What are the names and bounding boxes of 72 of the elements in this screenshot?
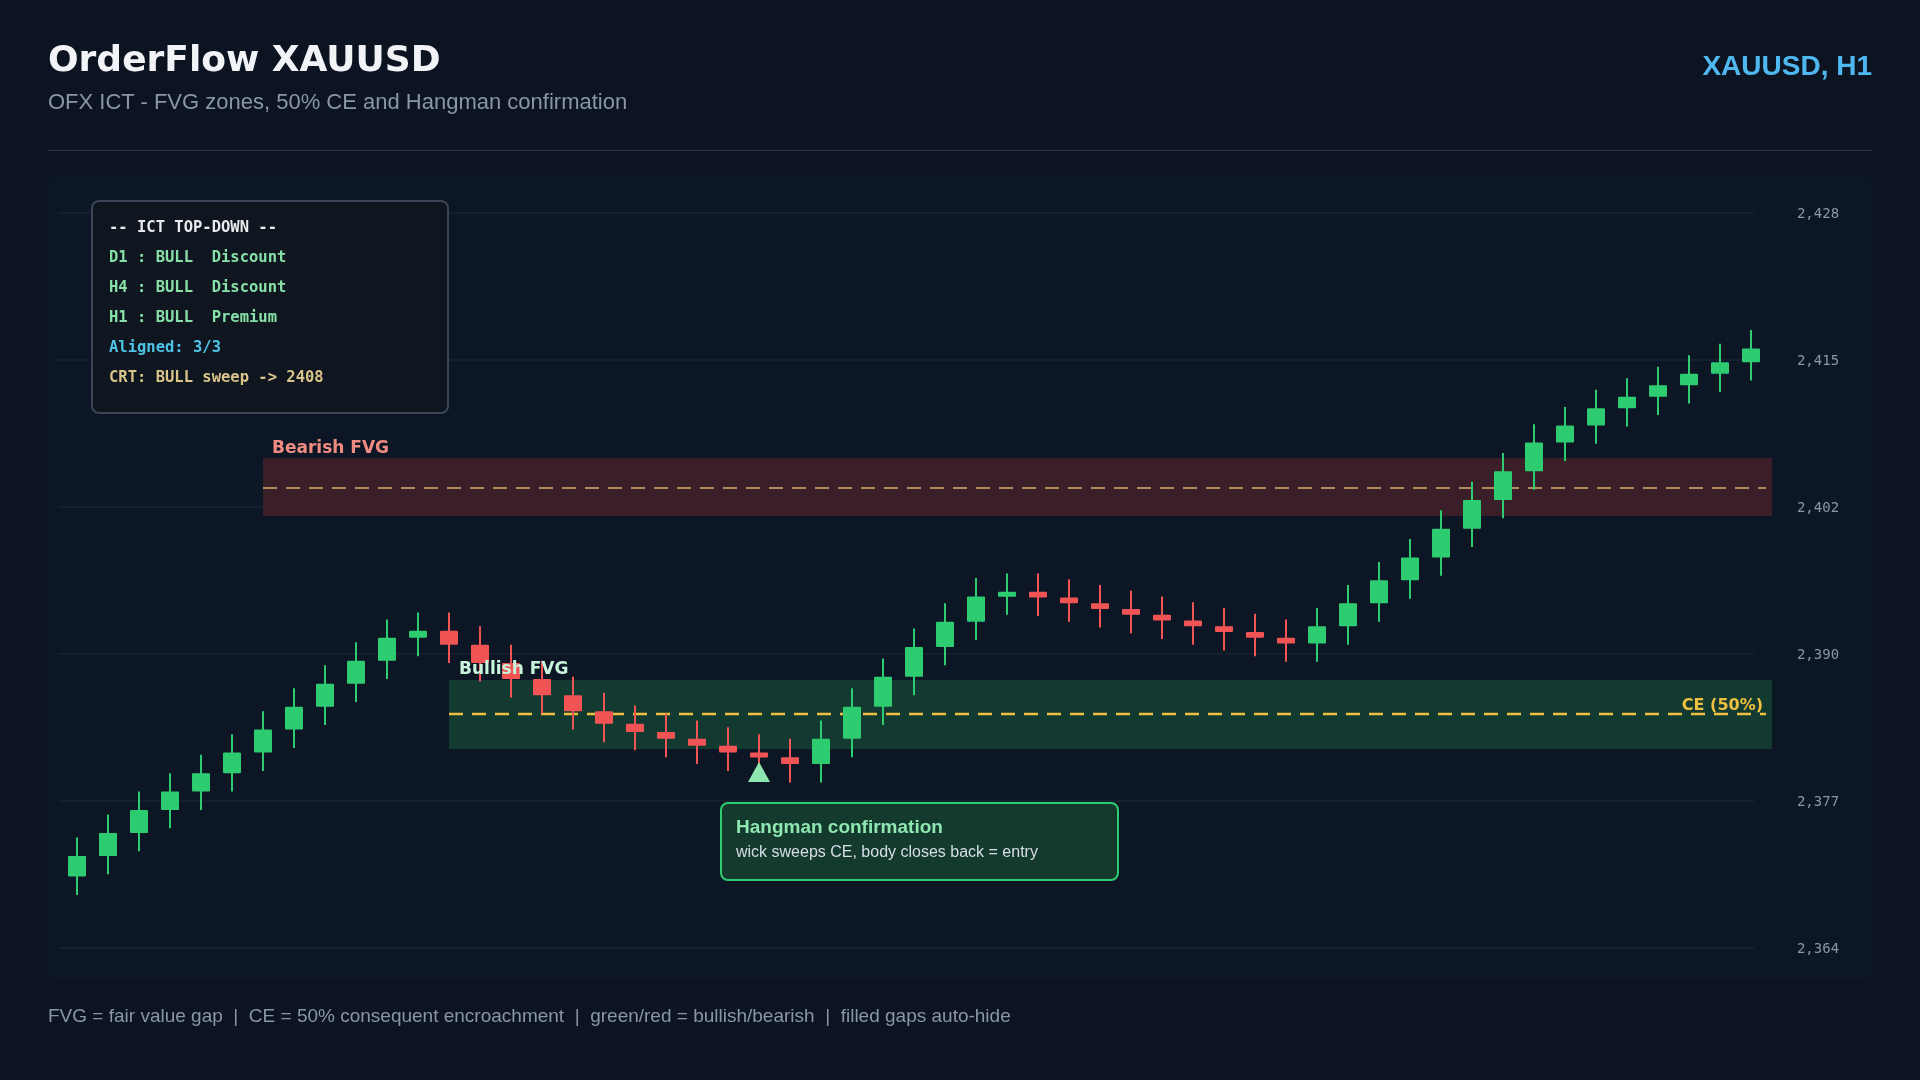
candle [688,719,706,766]
price-label: 2,415 [1796,352,1840,368]
zone-label: Bearish FVG [272,437,390,457]
candle [1246,612,1264,658]
candle [1091,583,1109,629]
candle [998,572,1016,616]
price-label: 2,377 [1796,793,1840,809]
candle [130,790,148,853]
candle [1680,354,1698,405]
candle [316,664,334,726]
candle [68,836,86,896]
callout-text: wick sweeps CE, body closes back = entry [736,843,1038,861]
candle [161,772,179,830]
candle [1432,509,1450,577]
candle [1649,365,1667,417]
price-label: 2,428 [1796,205,1840,221]
candle [1556,406,1574,462]
candle [440,611,458,664]
candle [1370,561,1388,623]
candle [657,712,675,759]
candle [285,687,303,749]
page-title: OrderFlow XAUUSD [48,38,442,79]
candle [1184,601,1202,646]
candle [1711,342,1729,394]
candle [192,753,210,811]
candle [595,691,613,744]
candle [626,704,644,752]
info-line: D1 : BULL Discount [109,248,287,268]
candle [254,710,272,772]
candle [1277,618,1295,663]
info-line: H1 : BULL Premium [109,308,277,328]
candle [967,577,985,642]
candle [564,675,582,731]
page-subtitle: OFX ICT - FVG zones, 50% CE and Hangman confirmation [48,89,628,115]
candle [936,602,954,667]
candle [1215,606,1233,652]
candle [223,733,241,793]
candle [409,611,427,658]
footer-note: FVG = fair value gap | CE = 50% consequent encroachment | green/red = bullish/bearish | filled gaps auto-hide [48,1005,1011,1027]
info-line: Aligned: 3/3 [109,338,221,358]
candle [1060,578,1078,623]
callout-title: Hangman confirmation [736,816,943,838]
price-label: 2,390 [1796,646,1840,662]
candle [1029,572,1047,617]
info-line: -- ICT TOP-DOWN -- [109,218,277,238]
candle [1122,589,1140,635]
candle [1308,606,1326,663]
candle [812,719,830,784]
triangle-marker-icon [748,762,770,782]
info-line: H4 : BULL Discount [109,278,287,298]
ce-label: CE (50%) [1681,695,1763,714]
candle [1494,451,1512,520]
candle [843,687,861,759]
candle [1742,329,1760,382]
candle [1587,388,1605,445]
candle [781,737,799,784]
candle [905,627,923,697]
price-label: 2,402 [1796,499,1840,515]
candle [1463,480,1481,549]
candle [1525,423,1543,491]
candle [1153,595,1171,640]
price-label: 2,364 [1796,940,1840,956]
candle [347,641,365,704]
candle [1401,538,1419,600]
candle [99,813,117,876]
candle [1618,377,1636,428]
info-line: CRT: BULL sweep -> 2408 [109,368,324,388]
candle [719,726,737,772]
candle [874,657,892,726]
candle [378,618,396,681]
candle [1339,583,1357,646]
symbol-label: XAUUSD, H1 [1702,50,1872,82]
